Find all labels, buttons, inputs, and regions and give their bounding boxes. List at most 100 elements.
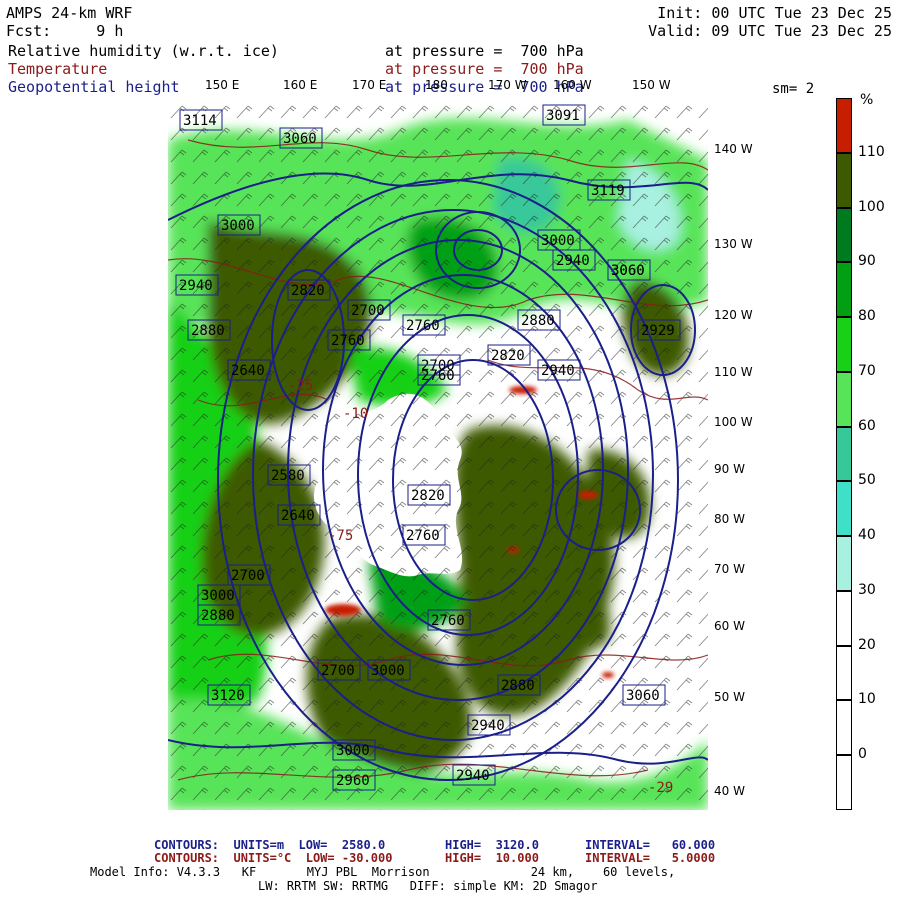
colorbar-segment bbox=[836, 371, 852, 427]
colorbar-tick-label: 90 bbox=[858, 253, 876, 270]
temperature-contour-label: -25 bbox=[288, 378, 313, 394]
forecast-hour: Fcst: 9 h bbox=[6, 22, 124, 40]
svg-text:3000: 3000 bbox=[371, 663, 405, 679]
colorbar bbox=[836, 98, 852, 810]
footer-height-contours: CONTOURS: UNITS=m LOW= 2580.0 bbox=[154, 838, 386, 852]
svg-text:3120: 3120 bbox=[211, 688, 245, 704]
height-contour-label: 3120 bbox=[207, 684, 251, 706]
svg-text:2880: 2880 bbox=[191, 323, 225, 339]
height-contour-label: 2640 bbox=[227, 359, 271, 381]
height-contour-label: 2640 bbox=[277, 504, 321, 526]
footer-temp-high: HIGH= 10.000 bbox=[445, 851, 539, 865]
height-contour-label: 2700 bbox=[347, 299, 391, 321]
height-contour-label: 3091 bbox=[542, 104, 586, 126]
colorbar-tick-label: 80 bbox=[858, 308, 876, 325]
init-time: Init: 00 UTC Tue 23 Dec 25 bbox=[657, 4, 892, 22]
longitude-label: 150 W bbox=[632, 78, 671, 92]
valid-time: Valid: 09 UTC Tue 23 Dec 25 bbox=[648, 22, 892, 40]
latitude-label: 90 W bbox=[714, 462, 745, 476]
height-contour-label: 3060 bbox=[622, 684, 666, 706]
weather-map: 3114 3060 3000 2940 2880 2820 2760 2700 2640 2580… bbox=[168, 100, 708, 810]
height-contour-label: 2580 bbox=[267, 464, 311, 486]
svg-text:3091: 3091 bbox=[546, 108, 580, 124]
height-contour-label: 2960 bbox=[332, 769, 376, 791]
latitude-label: 110 W bbox=[714, 365, 753, 379]
height-contour-label: 2760 bbox=[427, 609, 471, 631]
colorbar-segment bbox=[836, 262, 852, 318]
svg-text:3000: 3000 bbox=[336, 743, 370, 759]
colorbar-tick-label: 40 bbox=[858, 527, 876, 544]
colorbar-segment bbox=[836, 700, 852, 756]
svg-text:2940: 2940 bbox=[471, 718, 505, 734]
footer-height-interval: INTERVAL= 60.000 bbox=[585, 838, 716, 852]
colorbar-tick-label: 10 bbox=[858, 691, 876, 708]
longitude-label: 160 W bbox=[553, 78, 592, 92]
latitude-label: 120 W bbox=[714, 308, 753, 322]
field-label-temp: Temperature bbox=[8, 60, 108, 78]
height-contour-label: 2820 bbox=[407, 484, 451, 506]
colorbar-segment bbox=[836, 426, 852, 482]
svg-text:2640: 2640 bbox=[231, 363, 265, 379]
colorbar-tick-label: 110 bbox=[858, 143, 885, 160]
svg-text:2580: 2580 bbox=[271, 468, 305, 484]
height-contour-label: 2760 bbox=[402, 524, 446, 546]
field-label-rh: Relative humidity (w.r.t. ice) bbox=[8, 42, 279, 60]
svg-text:3000: 3000 bbox=[221, 218, 255, 234]
height-contour-label: 3000 bbox=[367, 659, 411, 681]
colorbar-tick-label: 0 bbox=[858, 746, 867, 763]
temperature-contour-label: -75 bbox=[328, 528, 353, 544]
temperature-contour-label: -29 bbox=[648, 780, 673, 796]
temperature-contour-label: -10 bbox=[343, 406, 368, 422]
svg-text:3060: 3060 bbox=[283, 131, 317, 147]
svg-text:2760: 2760 bbox=[406, 318, 440, 334]
map-panel: 3114 3060 3000 2940 2880 2820 2760 2700 2640 2580… bbox=[168, 100, 708, 810]
colorbar-segment bbox=[836, 481, 852, 537]
svg-text:2880: 2880 bbox=[501, 678, 535, 694]
colorbar-tick-label: 30 bbox=[858, 581, 876, 598]
height-contour-label: 2940 bbox=[175, 274, 219, 296]
svg-text:2960: 2960 bbox=[336, 773, 370, 789]
latitude-label: 60 W bbox=[714, 619, 745, 633]
height-contour-label: 3000 bbox=[197, 584, 241, 606]
svg-text:2940: 2940 bbox=[456, 768, 490, 784]
colorbar-tick-label: 50 bbox=[858, 472, 876, 489]
height-contour-label: 3119 bbox=[587, 179, 631, 201]
svg-text:2640: 2640 bbox=[281, 508, 315, 524]
height-contour-label: 2880 bbox=[197, 604, 241, 626]
svg-text:2700: 2700 bbox=[351, 303, 385, 319]
latitude-label: 140 W bbox=[714, 142, 753, 156]
colorbar-tick-label: 60 bbox=[858, 417, 876, 434]
colorbar-segment bbox=[836, 536, 852, 591]
svg-text:2700: 2700 bbox=[231, 568, 265, 584]
svg-text:2760: 2760 bbox=[406, 528, 440, 544]
svg-text:3119: 3119 bbox=[591, 183, 625, 199]
height-contour-label: 2700 bbox=[317, 659, 361, 681]
footer-temp-interval: INTERVAL= 5.0000 bbox=[585, 851, 716, 865]
height-contour-label: 3114 bbox=[179, 109, 223, 131]
longitude-label: 170 E bbox=[352, 78, 387, 92]
longitude-label: 180 bbox=[425, 78, 448, 92]
height-contour-label: 3000 bbox=[217, 214, 261, 236]
latitude-label: 100 W bbox=[714, 415, 753, 429]
height-contour-label: 2760 bbox=[402, 314, 446, 336]
svg-text:2880: 2880 bbox=[201, 608, 235, 624]
footer-model-info: Model Info: V4.3.3 KF MYJ PBL Morrison 2… bbox=[90, 865, 676, 879]
height-contour-label: 2820 bbox=[487, 344, 531, 366]
latitude-label: 70 W bbox=[714, 562, 745, 576]
height-contour-label: 2940 bbox=[467, 714, 511, 736]
height-contour-label: 2760 bbox=[417, 364, 461, 386]
colorbar-tick-label: 100 bbox=[858, 198, 885, 215]
longitude-label: 150 E bbox=[205, 78, 240, 92]
svg-text:3114: 3114 bbox=[183, 113, 217, 129]
svg-text:2760: 2760 bbox=[421, 368, 455, 384]
svg-text:3000: 3000 bbox=[541, 233, 575, 249]
footer-physics-info: LW: RRTM SW: RRTMG DIFF: simple KM: 2D S… bbox=[258, 879, 598, 893]
colorbar-segment bbox=[836, 317, 852, 372]
height-contour-label: 2940 bbox=[452, 764, 496, 786]
field-level-rh: at pressure = 700 hPa bbox=[385, 42, 584, 60]
latitude-label: 40 W bbox=[714, 784, 745, 798]
height-contour-label: 2700 bbox=[227, 564, 271, 586]
field-label-height: Geopotential height bbox=[8, 78, 180, 96]
height-contour-label: 2929 bbox=[637, 319, 681, 341]
colorbar-segment bbox=[836, 755, 852, 810]
